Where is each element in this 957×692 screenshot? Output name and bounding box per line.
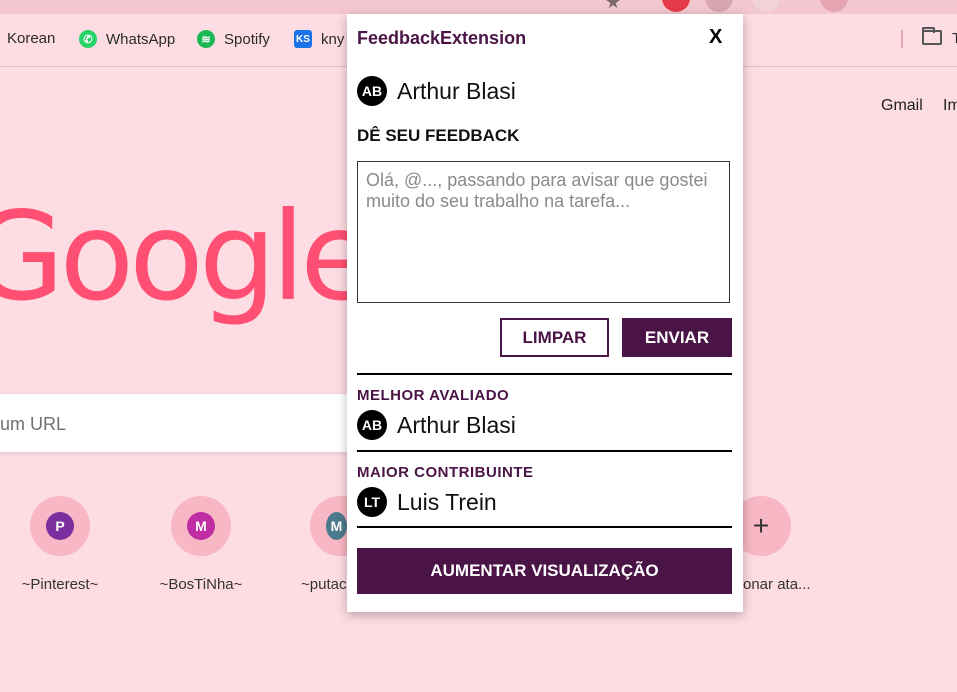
plus-icon: + [752, 510, 770, 541]
browser-toolbar-strip: ★ [0, 0, 957, 14]
shortcut-tile[interactable]: P ~Pinterest~ [0, 496, 120, 593]
divider [357, 526, 732, 528]
popup-title: FeedbackExtension [357, 28, 527, 48]
images-link[interactable]: Im [943, 97, 957, 115]
shortcut-icon-bg: M [310, 496, 347, 556]
top-contributor-title: MAIOR CONTRIBUINTE [357, 464, 534, 481]
bookmark-korean[interactable]: Korean [7, 30, 55, 47]
bookmark-folder-label[interactable]: T [952, 30, 957, 47]
ks-icon: KS [294, 30, 312, 48]
shortcut-letter-icon: M [326, 512, 347, 540]
folder-icon[interactable] [922, 27, 942, 45]
bookmark-label: kny [321, 30, 345, 48]
shortcut-label: onar ata... [743, 576, 811, 593]
feedback-extension-popup: FeedbackExtension X AB Arthur Blasi DÊ S… [347, 14, 743, 612]
bookmark-label: WhatsApp [106, 30, 176, 48]
avatar: AB [357, 76, 387, 106]
bookmark-whatsapp[interactable]: ✆ WhatsApp [79, 30, 175, 48]
avatar: LT [357, 487, 387, 517]
shortcut-letter-icon: M [187, 512, 215, 540]
shortcut-tile[interactable]: M ~putac [280, 496, 347, 593]
spotify-icon: ≋ [197, 30, 215, 48]
shortcut-label: ~BosTiNha~ [159, 576, 243, 593]
shortcut-label: ~Pinterest~ [21, 576, 99, 593]
search-box[interactable]: um URL [0, 394, 370, 452]
bookmarks-separator [901, 30, 903, 48]
current-user: AB Arthur Blasi [357, 76, 516, 106]
google-logo: Google [0, 186, 375, 328]
profile-avatar[interactable] [820, 0, 848, 12]
bookmark-star-icon[interactable]: ★ [605, 0, 621, 13]
shortcut-label: ~putac [301, 576, 347, 593]
expand-view-button[interactable]: AUMENTAR VISUALIZAÇÃO [357, 548, 732, 594]
whatsapp-icon: ✆ [79, 30, 97, 48]
add-shortcut-tile[interactable]: + onar ata... [731, 496, 843, 593]
user-name: Arthur Blasi [397, 411, 516, 438]
clear-button[interactable]: LIMPAR [500, 318, 609, 357]
close-button[interactable]: X [709, 26, 722, 49]
shortcut-icon-bg: M [171, 496, 231, 556]
top-contributor-user: LT Luis Trein [357, 487, 497, 517]
user-name: Arthur Blasi [397, 77, 516, 104]
shortcut-icon-bg: P [30, 496, 90, 556]
extension-icon[interactable] [705, 0, 733, 12]
bookmark-label: Spotify [224, 30, 270, 48]
bookmark-kny[interactable]: KS kny [294, 30, 344, 48]
gmail-link[interactable]: Gmail [881, 97, 923, 115]
extension-icon[interactable] [752, 0, 780, 12]
avatar: AB [357, 410, 387, 440]
send-button[interactable]: ENVIAR [622, 318, 732, 357]
divider [357, 450, 732, 452]
best-rated-title: MELHOR AVALIADO [357, 387, 510, 404]
search-placeholder: um URL [0, 414, 67, 434]
divider [357, 373, 732, 375]
extension-icon[interactable] [662, 0, 690, 12]
feedback-section-title: DÊ SEU FEEDBACK [357, 126, 520, 145]
user-name: Luis Trein [397, 488, 497, 515]
shortcut-tile[interactable]: M ~BosTiNha~ [141, 496, 261, 593]
bookmark-label: Korean [7, 30, 56, 47]
bookmark-spotify[interactable]: ≋ Spotify [197, 30, 270, 48]
shortcut-letter-icon: P [46, 512, 74, 540]
feedback-textarea[interactable] [357, 161, 730, 303]
best-rated-user: AB Arthur Blasi [357, 410, 516, 440]
